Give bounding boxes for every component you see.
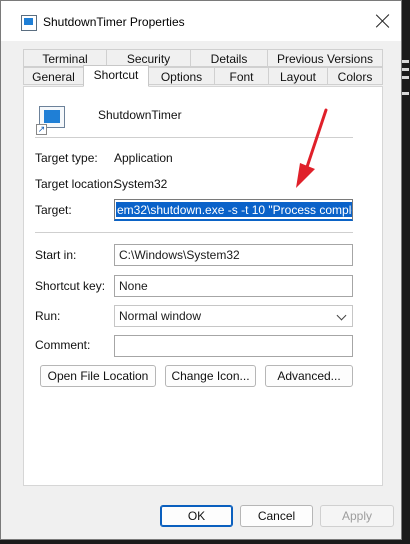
shortcut-app-icon <box>21 15 37 31</box>
change-icon-button[interactable]: Change Icon... <box>165 365 256 387</box>
tab-options[interactable]: Options <box>148 67 215 85</box>
divider <box>35 232 353 233</box>
shortcut-icon: ↗ <box>36 104 68 136</box>
target-value: em32\shutdown.exe -s -t 10 "Process comp… <box>116 202 352 217</box>
ok-button[interactable]: OK <box>160 505 233 527</box>
run-label: Run: <box>35 309 61 323</box>
divider <box>35 137 353 138</box>
start-in-label: Start in: <box>35 248 77 262</box>
tab-details[interactable]: Details <box>190 49 268 67</box>
close-icon[interactable] <box>375 13 391 29</box>
tab-previous-versions[interactable]: Previous Versions <box>267 49 383 67</box>
cancel-button[interactable]: Cancel <box>240 505 313 527</box>
target-label: Target: <box>35 203 72 217</box>
title-bar: ShutdownTimer Properties <box>1 1 401 41</box>
apply-button[interactable]: Apply <box>320 505 394 527</box>
target-type-value: Application <box>114 151 173 165</box>
comment-label: Comment: <box>35 338 91 352</box>
run-value: Normal window <box>119 309 202 323</box>
chevron-down-icon <box>336 310 347 321</box>
advanced-button[interactable]: Advanced... <box>265 365 353 387</box>
target-location-value: System32 <box>114 177 168 191</box>
tab-shortcut[interactable]: Shortcut <box>83 65 149 87</box>
tab-font[interactable]: Font <box>214 67 269 85</box>
target-type-label: Target type: <box>35 151 98 165</box>
tab-layout[interactable]: Layout <box>268 67 328 85</box>
run-select[interactable]: Normal window <box>114 305 353 327</box>
shortcut-panel: ↗ ShutdownTimer Target type: Application… <box>23 86 383 486</box>
comment-input[interactable] <box>114 335 353 357</box>
properties-window: ShutdownTimer Properties Terminal Securi… <box>0 0 402 540</box>
start-in-input[interactable]: C:\Windows\System32 <box>114 244 353 266</box>
window-title: ShutdownTimer Properties <box>43 15 185 29</box>
shortcut-key-input[interactable]: None <box>114 275 353 297</box>
target-input[interactable]: em32\shutdown.exe -s -t 10 "Process comp… <box>114 199 353 221</box>
open-file-location-button[interactable]: Open File Location <box>40 365 156 387</box>
target-location-label: Target location: <box>35 177 117 191</box>
shortcut-key-label: Shortcut key: <box>35 279 106 293</box>
tab-colors[interactable]: Colors <box>327 67 383 85</box>
shortcut-name: ShutdownTimer <box>98 108 182 122</box>
tab-general[interactable]: General <box>23 67 84 85</box>
